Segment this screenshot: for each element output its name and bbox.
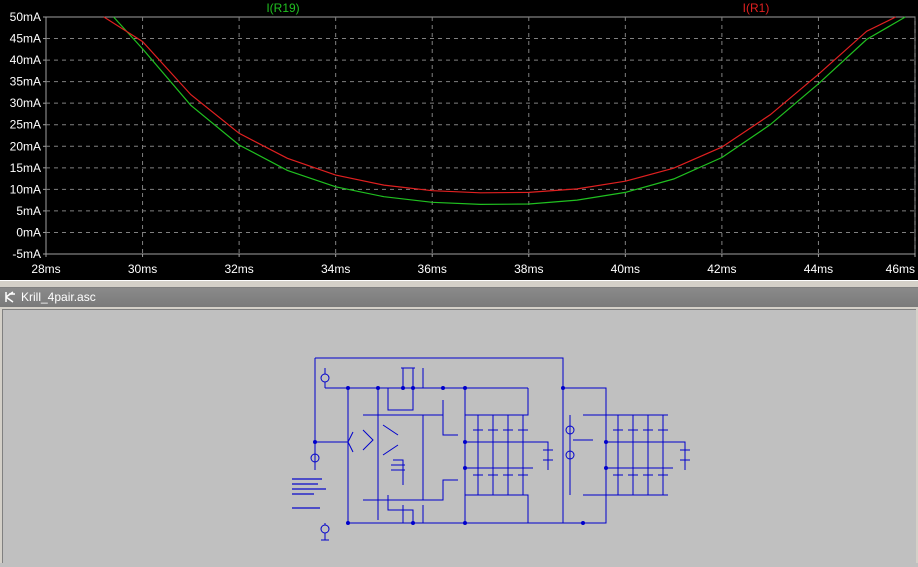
y-tick-label: 5mA bbox=[16, 204, 41, 218]
x-tick-label: 38ms bbox=[514, 262, 543, 276]
y-tick-label: 40mA bbox=[10, 53, 41, 67]
trace-ir1[interactable] bbox=[103, 16, 896, 194]
y-axis-ticks: 50mA 45mA 40mA 35mA 30mA 25mA 20mA 15mA 10mA 5mA 0… bbox=[10, 10, 46, 261]
x-tick-label: 34ms bbox=[321, 262, 350, 276]
x-tick-label: 44ms bbox=[804, 262, 833, 276]
traces bbox=[103, 16, 906, 206]
y-tick-label: 25mA bbox=[10, 118, 41, 132]
x-axis-ticks: 28ms 30ms 32ms 34ms 36ms 38ms 40ms 42ms 44ms 46ms bbox=[31, 254, 916, 276]
waveform-plot[interactable]: 50mA 45mA 40mA 35mA 30mA 25mA 20mA 15mA 10mA 5mA 0… bbox=[0, 0, 918, 280]
pane-splitter[interactable] bbox=[0, 280, 918, 288]
x-tick-label: 28ms bbox=[31, 262, 60, 276]
trace-ir19[interactable] bbox=[113, 16, 906, 206]
legend-label-ir19[interactable]: I(R19) bbox=[266, 1, 299, 15]
trace-legend[interactable]: I(R19) I(R1) bbox=[266, 1, 769, 15]
schematic-drawing[interactable] bbox=[3, 310, 915, 562]
x-tick-label: 32ms bbox=[224, 262, 253, 276]
grid-lines bbox=[46, 17, 916, 254]
y-tick-label: 15mA bbox=[10, 161, 41, 175]
x-tick-label: 40ms bbox=[611, 262, 640, 276]
spice-directives bbox=[292, 478, 326, 509]
legend-label-ir1[interactable]: I(R1) bbox=[743, 1, 770, 15]
x-tick-label: 42ms bbox=[707, 262, 736, 276]
schematic-titlebar[interactable]: Krill_4pair.asc bbox=[0, 288, 918, 307]
y-tick-label: 30mA bbox=[10, 96, 41, 110]
x-tick-label: 30ms bbox=[128, 262, 157, 276]
y-tick-label: 20mA bbox=[10, 139, 41, 153]
x-tick-label: 36ms bbox=[418, 262, 447, 276]
y-tick-label: 0mA bbox=[16, 225, 41, 239]
y-tick-label: 50mA bbox=[10, 10, 41, 24]
plot-area[interactable] bbox=[45, 16, 916, 255]
schematic-icon bbox=[5, 291, 15, 303]
y-tick-label: 45mA bbox=[10, 32, 41, 46]
y-tick-label: 10mA bbox=[10, 182, 41, 196]
y-tick-label: 35mA bbox=[10, 75, 41, 89]
waveform-plot-pane[interactable]: 50mA 45mA 40mA 35mA 30mA 25mA 20mA 15mA 10mA 5mA 0… bbox=[0, 0, 918, 280]
x-tick-label: 46ms bbox=[886, 262, 915, 276]
schematic-canvas[interactable] bbox=[2, 309, 916, 563]
schematic-window[interactable]: Krill_4pair.asc bbox=[0, 288, 918, 563]
schematic-title: Krill_4pair.asc bbox=[21, 290, 96, 304]
y-tick-label: -5mA bbox=[12, 247, 41, 261]
